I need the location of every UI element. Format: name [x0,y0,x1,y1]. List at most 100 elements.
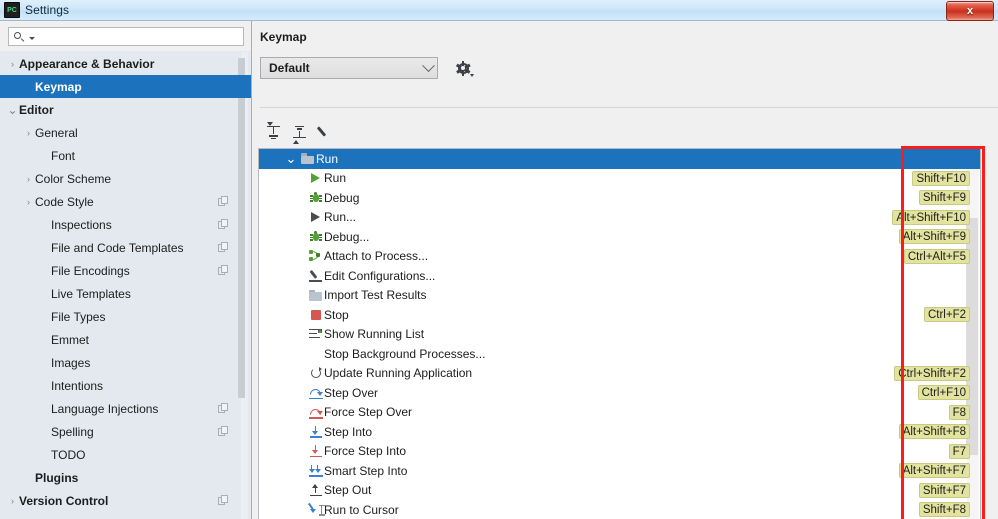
sidebar-item-label: Editor [19,102,54,117]
chevron-down-icon[interactable]: ⌄ [283,152,299,165]
sidebar-item-emmet[interactable]: ›Emmet [0,328,251,351]
sidebar-item-images[interactable]: ›Images [0,351,251,374]
row-icon-slot [307,289,324,301]
sidebar-item-label: Keymap [35,79,82,94]
sidebar-item-version-control[interactable]: › Version Control [0,489,251,512]
copy-icon [218,219,229,230]
sidebar-item-intentions[interactable]: ›Intentions [0,374,251,397]
chevron-right-icon[interactable]: › [6,59,19,69]
row-icon-slot [307,406,324,423]
keymap-action-label: Run to Cursor [324,502,399,517]
row-icon-slot [299,153,316,165]
sidebar-item-label: Inspections [51,217,112,232]
chevron-right-icon[interactable]: › [22,128,35,138]
keymap-row-force-step-into[interactable]: Force Step Into F7 [259,442,980,462]
collapse-all-button[interactable] [286,120,312,144]
sidebar-item-label: Emmet [51,332,90,347]
folder-icon [309,289,322,301]
sidebar-item-language-injections[interactable]: ›Language Injections [0,397,251,420]
keymap-row-step-over[interactable]: Step Over Ctrl+F10 [259,383,980,403]
row-icon-slot [307,309,324,320]
keymap-shortcut-badge: Alt+Shift+F9 [898,229,970,244]
sidebar-item-todo[interactable]: ›TODO [0,443,251,466]
sidebar-item-appearance-behavior[interactable]: › Appearance & Behavior [0,52,251,75]
close-button[interactable]: x [946,1,994,21]
keymap-action-label: Stop [324,307,349,322]
keymap-row-smart-step-into[interactable]: Smart Step Into Alt+Shift+F7 [259,461,980,481]
keymap-row-force-step-over[interactable]: Force Step Over F8 [259,403,980,423]
sidebar-item-code-style[interactable]: › Code Style [0,190,251,213]
keymap-row-run[interactable]: Run Shift+F10 [259,169,980,189]
sidebar-item-label: Spelling [51,424,94,439]
keymap-row-import-test-results[interactable]: Import Test Results [259,286,980,306]
keymap-action-label: Step Over [324,385,379,400]
sidebar-item-label: File Types [51,309,106,324]
chevron-right-icon[interactable]: › [22,174,35,184]
keymap-select[interactable]: Default [260,57,438,79]
keymap-shortcut-badge: Alt+Shift+F8 [898,424,970,439]
sidebar-item-color-scheme[interactable]: › Color Scheme [0,167,251,190]
keymap-row-step-out[interactable]: Step Out Shift+F7 [259,481,980,501]
keymap-row-show-running-list[interactable]: Show Running List [259,325,980,345]
sidebar-item-file-and-code-templates[interactable]: ›File and Code Templates [0,236,251,259]
keymap-row-update-running-application[interactable]: Update Running Application Ctrl+Shift+F2 [259,364,980,384]
expand-all-button[interactable] [260,120,286,144]
pencil-icon [309,269,322,282]
keymap-action-label: Force Step Into [324,444,407,459]
debug-icon [309,191,322,204]
sidebar-item-inspections[interactable]: ›Inspections [0,213,251,236]
keymap-action-label: Update Running Application [324,366,473,381]
edit-shortcut-button[interactable] [312,120,338,144]
keymap-shortcut-badge: Ctrl+F2 [923,307,970,322]
sidebar-item-editor[interactable]: ⌄ Editor [0,98,251,121]
row-icon-slot [307,212,324,223]
copy-icon [218,242,229,253]
row-icon-slot [307,464,324,477]
keymap-shortcut-badge: Alt+Shift+F7 [898,463,970,478]
keymap-row-run[interactable]: Run... Alt+Shift+F10 [259,208,980,228]
sidebar-item-label: File Encodings [51,263,130,278]
keymap-row-stop-background-processes[interactable]: Stop Background Processes... [259,344,980,364]
keymap-action-label: Run [324,171,347,186]
keymap-shortcut-badge: Ctrl+F10 [917,385,970,400]
sidebar-search-wrap [0,21,251,51]
keymap-toolbar [260,119,338,145]
keymap-settings-button[interactable] [452,57,474,79]
keymap-row-debug[interactable]: Debug... Alt+Shift+F9 [259,227,980,247]
keymap-action-label: Stop Background Processes... [324,346,486,361]
run-gray-icon [311,212,320,223]
sidebar-item-keymap[interactable]: ›Keymap [0,75,251,98]
sidebar-item-font[interactable]: ›Font [0,144,251,167]
keymap-row-stop[interactable]: Stop Ctrl+F2 [259,305,980,325]
keymap-action-label: Step Out [324,483,372,498]
chevron-right-icon[interactable]: › [22,197,35,207]
sidebar-item-general[interactable]: › General [0,121,251,144]
sidebar-item-label: Live Templates [51,286,131,301]
sidebar-item-file-encodings[interactable]: ›File Encodings [0,259,251,282]
keymap-action-tree[interactable]: ⌄ Run Run Shift+F10 Debug Shift+F9 Run... Alt+S… [258,148,981,519]
sidebar-search-box[interactable] [8,27,244,46]
chevron-down-icon [422,58,435,72]
keymap-shortcut-badge: Shift+F8 [918,502,970,517]
keymap-select-value: Default [269,61,310,75]
keymap-row-run[interactable]: ⌄ Run [259,149,980,169]
search-input[interactable] [35,28,243,45]
keymap-action-label: Run... [324,210,357,225]
sidebar-item-spelling[interactable]: ›Spelling [0,420,251,443]
step-out-icon [309,484,322,497]
keymap-row-run-to-cursor[interactable]: Run to Cursor Shift+F8 [259,500,980,519]
keymap-row-edit-configurations[interactable]: Edit Configurations... [259,266,980,286]
keymap-shortcut-badge: Shift+F9 [918,190,970,205]
sidebar-item-live-templates[interactable]: ›Live Templates [0,282,251,305]
keymap-row-debug[interactable]: Debug Shift+F9 [259,188,980,208]
sidebar-item-plugins[interactable]: ›Plugins [0,466,251,489]
keymap-row-attach-to-process[interactable]: Attach to Process... Ctrl+Alt+F5 [259,247,980,267]
sidebar-item-label: File and Code Templates [51,240,184,255]
keymap-shortcut-badge: Alt+Shift+F10 [892,209,970,225]
gear-icon [455,60,474,77]
chevron-down-icon[interactable]: ⌄ [6,104,19,116]
chevron-right-icon[interactable]: › [6,496,19,506]
sidebar-item-file-types[interactable]: ›File Types [0,305,251,328]
search-icon [14,31,26,43]
keymap-row-step-into[interactable]: Step Into Alt+Shift+F8 [259,422,980,442]
